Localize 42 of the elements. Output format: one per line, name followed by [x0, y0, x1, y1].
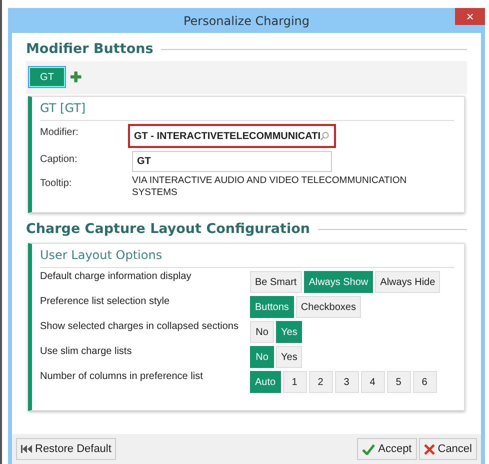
option-button[interactable]: Be Smart	[250, 271, 302, 293]
close-button[interactable]: ×	[455, 8, 485, 25]
option-button[interactable]: No	[250, 321, 274, 343]
option-label: Use slim charge lists	[40, 346, 133, 359]
option-button[interactable]: No	[250, 346, 274, 368]
card-title: User Layout Options	[40, 248, 454, 268]
option-button[interactable]: Always Show	[304, 271, 374, 293]
checkmark-icon	[362, 444, 376, 454]
accept-button[interactable]: Accept	[357, 438, 417, 460]
option-button[interactable]: 6	[412, 371, 437, 393]
tooltip-text: VIA INTERACTIVE AUDIO AND VIDEO TELECOMMUNICATION SYSTEMS	[132, 175, 408, 199]
skip-back-icon	[21, 445, 32, 453]
option-button[interactable]: Buttons	[250, 296, 294, 318]
card-title: GT [GT]	[40, 101, 454, 121]
option-button[interactable]: 5	[386, 371, 411, 393]
option-button[interactable]: 3	[334, 371, 359, 393]
field-label: Tooltip:	[40, 177, 73, 189]
modifier-button[interactable]: GT	[28, 66, 66, 88]
cancel-button[interactable]: Cancel	[418, 438, 477, 460]
section-heading: Charge Capture Layout Configuration	[26, 221, 310, 237]
section-heading: Modifier Buttons	[26, 41, 154, 57]
search-field[interactable]: GT - INTERACTIVETELECOMMUNICATI	[128, 124, 336, 148]
option-button[interactable]: Auto	[250, 371, 281, 393]
option-label: Preference list selection style	[40, 296, 171, 309]
search-icon[interactable]	[320, 130, 330, 142]
option-button[interactable]: Always Hide	[375, 271, 440, 293]
add-button[interactable]: ✚	[70, 69, 82, 85]
option-label: Default charge information display	[40, 271, 192, 284]
option-button[interactable]: Yes	[276, 321, 302, 343]
option-button[interactable]: 2	[308, 371, 333, 393]
option-button[interactable]: 4	[360, 371, 385, 393]
caption-field[interactable]: GT	[132, 151, 332, 172]
field-label: Caption:	[40, 153, 78, 165]
restore-default-button[interactable]: Restore Default	[16, 438, 116, 460]
option-label: Number of columns in preference list	[40, 371, 204, 384]
option-button[interactable]: Checkboxes	[296, 296, 361, 318]
option-button[interactable]: 1	[282, 371, 307, 393]
option-label: Show selected charges in collapsed sections	[40, 321, 240, 334]
field-label: Modifier:	[40, 126, 80, 138]
window-title: Personalize Charging	[183, 14, 310, 28]
option-button[interactable]: Yes	[276, 346, 302, 368]
close-icon	[424, 444, 435, 454]
